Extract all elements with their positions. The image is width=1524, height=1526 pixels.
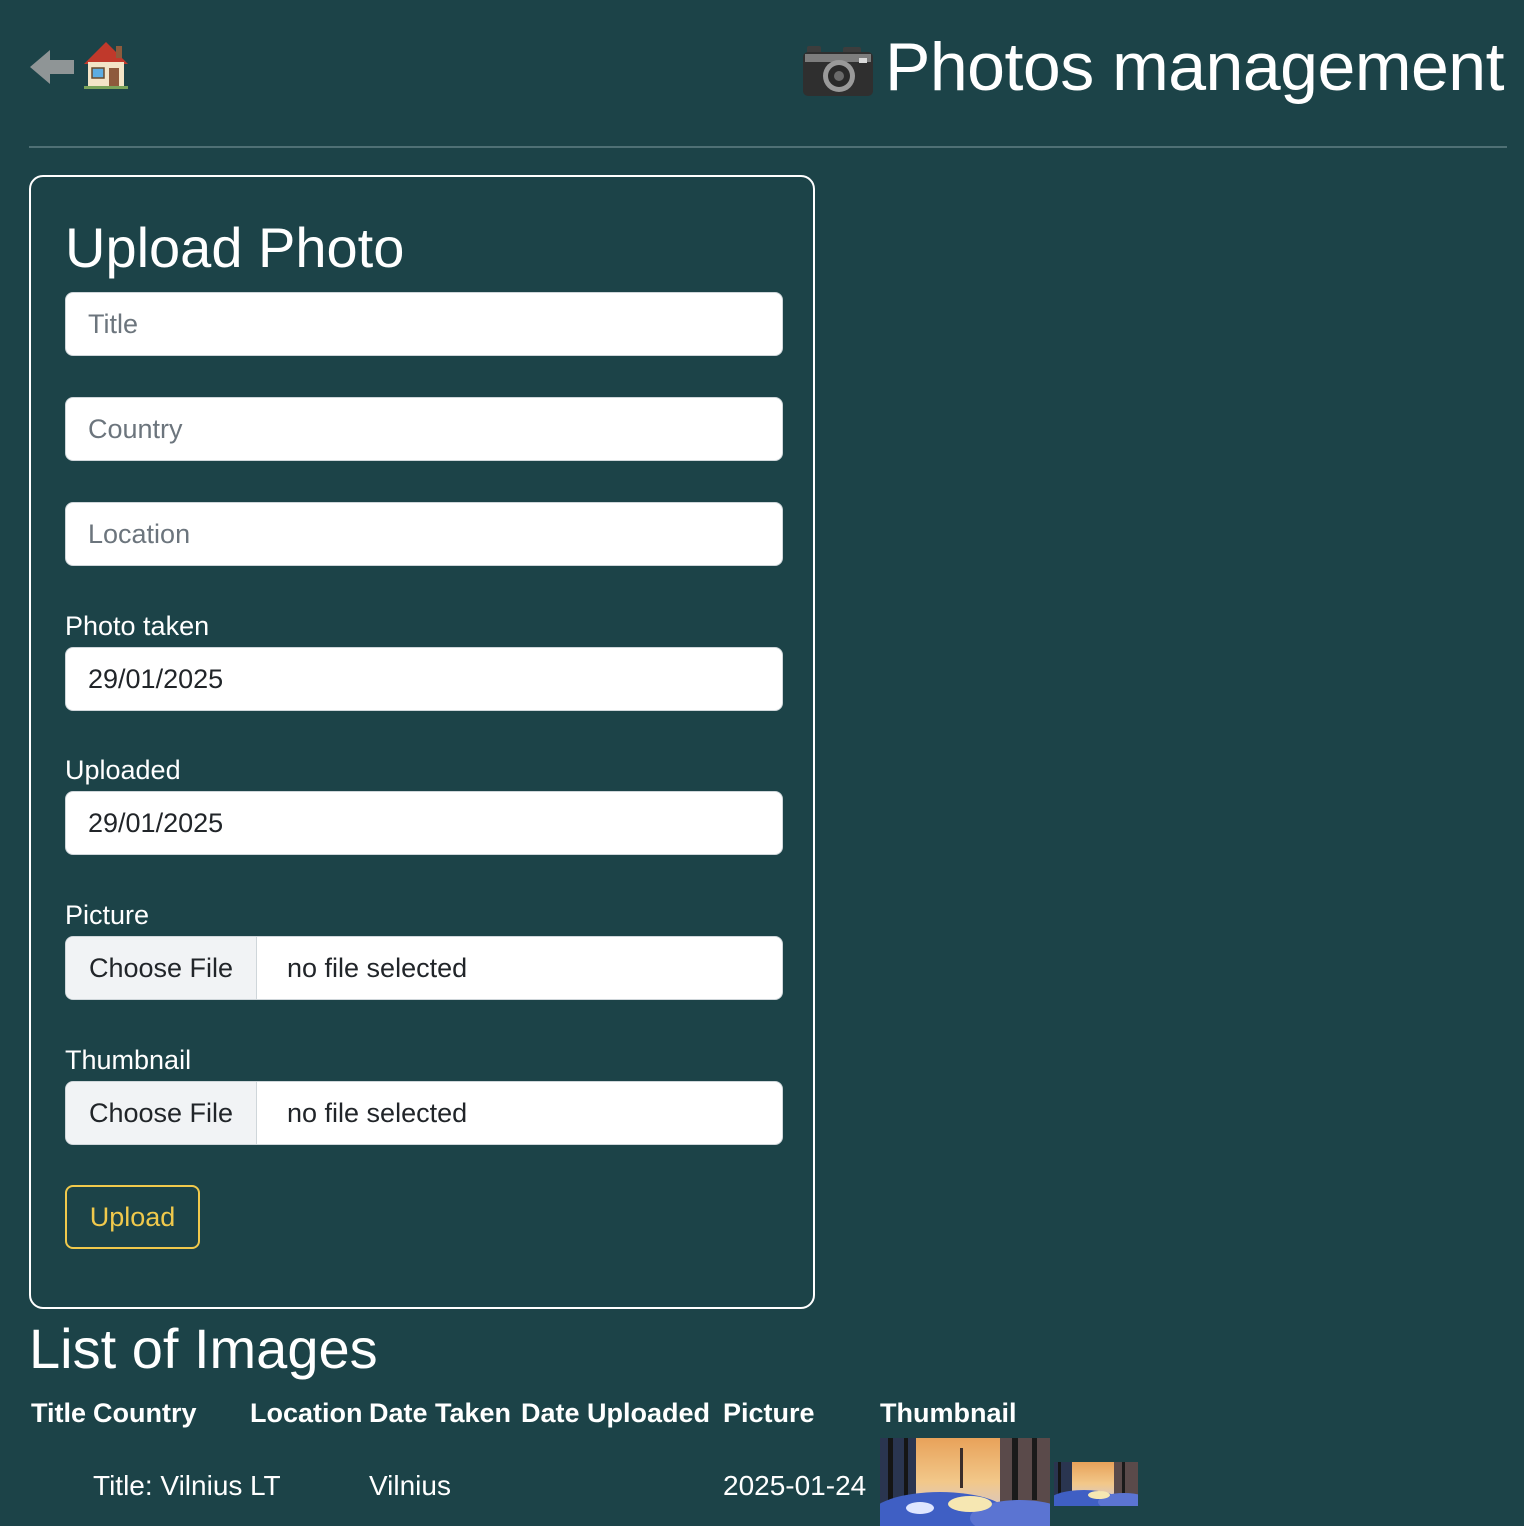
location-input[interactable] <box>65 502 783 566</box>
picture-file-input[interactable]: Choose File no file selected <box>65 936 783 1000</box>
upload-photo-heading: Upload Photo <box>65 216 405 279</box>
column-header-title: Title <box>31 1398 87 1428</box>
column-header-date-taken: Date Taken <box>369 1398 512 1428</box>
column-header-thumbnail: Thumbnail <box>880 1398 1017 1428</box>
photo-taken-date-input[interactable] <box>65 647 783 711</box>
picture-choose-file-button[interactable]: Choose File <box>66 937 257 999</box>
list-of-images-heading: List of Images <box>29 1317 378 1380</box>
column-header-date-uploaded: Date Uploaded <box>521 1398 711 1428</box>
row-country: LT <box>250 1470 281 1501</box>
row-picture-image <box>880 1438 1050 1526</box>
photo-taken-label: Photo taken <box>65 611 210 641</box>
row-title: Title: Vilnius <box>93 1470 243 1501</box>
uploaded-label: Uploaded <box>65 755 181 785</box>
row-thumbnail-image <box>1054 1462 1138 1506</box>
picture-file-status: no file selected <box>287 952 468 983</box>
column-header-location: Location <box>250 1398 363 1428</box>
uploaded-date-input[interactable] <box>65 791 783 855</box>
house-icon[interactable] <box>82 40 130 90</box>
row-location: Vilnius <box>369 1470 451 1501</box>
upload-button[interactable]: Upload <box>65 1185 200 1249</box>
camera-icon <box>803 46 873 96</box>
back-arrow-icon[interactable] <box>30 46 76 88</box>
thumbnail-label: Thumbnail <box>65 1045 192 1075</box>
header-divider <box>29 146 1507 148</box>
row-date-uploaded: 2025-01-24 <box>723 1470 867 1501</box>
thumbnail-choose-file-button[interactable]: Choose File <box>66 1082 257 1144</box>
column-header-country: Country <box>93 1398 197 1428</box>
upload-photo-card: Upload Photo Photo taken Uploaded Pictur… <box>29 175 815 1309</box>
picture-label: Picture <box>65 900 150 930</box>
page-title: Photos management <box>884 29 1505 105</box>
header: Photos management <box>0 0 1524 148</box>
column-header-picture: Picture <box>723 1398 815 1428</box>
thumbnail-file-input[interactable]: Choose File no file selected <box>65 1081 783 1145</box>
thumbnail-file-status: no file selected <box>287 1097 468 1128</box>
country-input[interactable] <box>65 397 783 461</box>
title-input[interactable] <box>65 292 783 356</box>
